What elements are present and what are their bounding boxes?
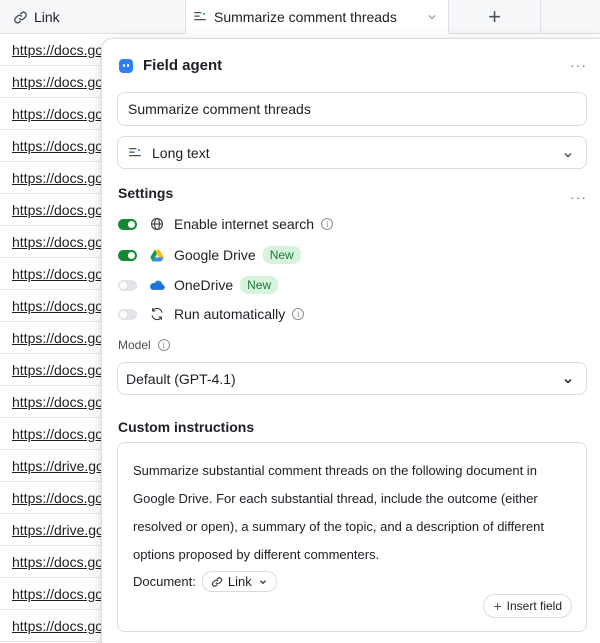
chevron-down-icon: [562, 374, 574, 386]
link-cell[interactable]: https://docs.go: [12, 426, 103, 442]
setting-google-drive: Google Drive New: [118, 246, 301, 264]
link-cell[interactable]: https://docs.go: [12, 106, 103, 122]
toggle-switch[interactable]: [118, 218, 137, 230]
column-header-label: Summarize comment threads: [214, 9, 397, 25]
column-header-label: Link: [34, 9, 60, 25]
field-name-input[interactable]: Summarize comment threads: [117, 92, 587, 126]
link-cell[interactable]: https://docs.go: [12, 554, 103, 570]
setting-run-automatically: Run automatically i: [118, 306, 305, 322]
setting-label: Google Drive: [174, 247, 256, 263]
field-agent-panel: Field agent ··· Summarize comment thread…: [101, 38, 600, 643]
long-text-icon: [192, 9, 208, 25]
document-label: Document:: [133, 574, 196, 589]
link-cell[interactable]: https://docs.go: [12, 618, 103, 634]
document-line: Document: Link: [133, 571, 277, 592]
panel-title-text: Field agent: [143, 57, 223, 74]
setting-label: Run automatically: [174, 306, 286, 322]
table-row[interactable]: https://drive.go: [0, 450, 110, 482]
link-icon: [12, 9, 28, 25]
add-column-button[interactable]: +: [449, 0, 541, 34]
info-icon[interactable]: i: [321, 218, 334, 230]
info-icon[interactable]: i: [292, 308, 305, 320]
link-cell[interactable]: https://docs.go: [12, 234, 103, 250]
link-cell[interactable]: https://docs.go: [12, 586, 103, 602]
custom-instructions-heading: Custom instructions: [118, 419, 255, 435]
plus-icon: +: [493, 598, 502, 614]
link-cell[interactable]: https://docs.go: [12, 362, 103, 378]
insert-field-label: Insert field: [506, 599, 562, 613]
toggle-switch[interactable]: [118, 279, 137, 291]
table-row[interactable]: https://drive.go: [0, 514, 110, 546]
column-header-summarize[interactable]: Summarize comment threads: [186, 0, 449, 34]
model-value: Default (GPT-4.1): [126, 370, 236, 387]
link-cell[interactable]: https://drive.go: [12, 522, 104, 538]
link-icon: [211, 576, 223, 588]
setting-label: Enable internet search: [174, 216, 315, 232]
google-drive-icon: [149, 247, 165, 263]
model-select[interactable]: Default (GPT-4.1): [117, 362, 587, 395]
toggle-switch[interactable]: [118, 249, 137, 261]
table-row[interactable]: https://docs.go: [0, 578, 110, 610]
table-row[interactable]: https://docs.go: [0, 130, 110, 162]
table-row[interactable]: https://docs.go: [0, 258, 110, 290]
table-row[interactable]: https://docs.go: [0, 610, 110, 642]
link-cell[interactable]: https://docs.go: [12, 74, 103, 90]
chevron-down-icon: [258, 577, 268, 587]
panel-title: Field agent: [119, 57, 222, 74]
insert-field-button[interactable]: + Insert field: [483, 594, 572, 618]
info-icon[interactable]: i: [157, 339, 170, 351]
setting-label: OneDrive: [174, 277, 234, 293]
settings-more-icon[interactable]: ···: [570, 189, 587, 205]
table-row[interactable]: https://docs.go: [0, 418, 110, 450]
table-row[interactable]: https://docs.go: [0, 226, 110, 258]
grid-header: Link Summarize comment threads +: [0, 0, 600, 34]
link-field-chip[interactable]: Link: [201, 571, 277, 592]
field-type-select[interactable]: Long text: [117, 136, 587, 169]
link-cell[interactable]: https://docs.go: [12, 298, 103, 314]
settings-heading: Settings: [118, 185, 174, 201]
link-cell[interactable]: https://docs.go: [12, 138, 103, 154]
table-row[interactable]: https://docs.go: [0, 66, 110, 98]
table-row[interactable]: https://docs.go: [0, 34, 110, 66]
link-cell[interactable]: https://docs.go: [12, 394, 103, 410]
custom-instructions-editor[interactable]: Summarize substantial comment threads on…: [117, 442, 587, 632]
setting-onedrive: OneDrive New: [118, 276, 279, 294]
agent-icon: [119, 58, 133, 73]
chevron-down-icon: [562, 148, 574, 160]
link-cell[interactable]: https://docs.go: [12, 330, 103, 346]
grid-rows: https://docs.go https://docs.go https://…: [0, 34, 110, 642]
table-row[interactable]: https://docs.go: [0, 98, 110, 130]
globe-icon: [149, 216, 165, 232]
table-row[interactable]: https://docs.go: [0, 482, 110, 514]
link-cell[interactable]: https://docs.go: [12, 490, 103, 506]
table-row[interactable]: https://docs.go: [0, 322, 110, 354]
link-cell[interactable]: https://docs.go: [12, 170, 103, 186]
long-text-icon: [128, 146, 142, 160]
table-row[interactable]: https://docs.go: [0, 162, 110, 194]
onedrive-icon: [149, 277, 165, 293]
field-type-value: Long text: [152, 144, 210, 161]
plus-icon: +: [488, 4, 501, 29]
table-row[interactable]: https://docs.go: [0, 354, 110, 386]
setting-internet-search: Enable internet search i: [118, 216, 334, 232]
more-options-icon[interactable]: ···: [570, 57, 587, 73]
column-header-link[interactable]: Link: [0, 0, 186, 34]
refresh-icon: [149, 306, 165, 322]
link-cell[interactable]: https://docs.go: [12, 42, 103, 58]
table-row[interactable]: https://docs.go: [0, 194, 110, 226]
chevron-down-icon[interactable]: [426, 10, 438, 22]
model-label: Model i: [118, 338, 170, 352]
table-row[interactable]: https://docs.go: [0, 290, 110, 322]
toggle-switch[interactable]: [118, 308, 137, 320]
link-cell[interactable]: https://docs.go: [12, 202, 103, 218]
link-cell[interactable]: https://drive.go: [12, 458, 104, 474]
instructions-text[interactable]: Summarize substantial comment threads on…: [133, 457, 573, 569]
table-row[interactable]: https://docs.go: [0, 546, 110, 578]
link-cell[interactable]: https://docs.go: [12, 266, 103, 282]
new-badge: New: [262, 246, 301, 264]
link-chip-label: Link: [227, 574, 252, 589]
new-badge: New: [240, 276, 279, 294]
table-row[interactable]: https://docs.go: [0, 386, 110, 418]
model-label-text: Model: [118, 338, 151, 352]
